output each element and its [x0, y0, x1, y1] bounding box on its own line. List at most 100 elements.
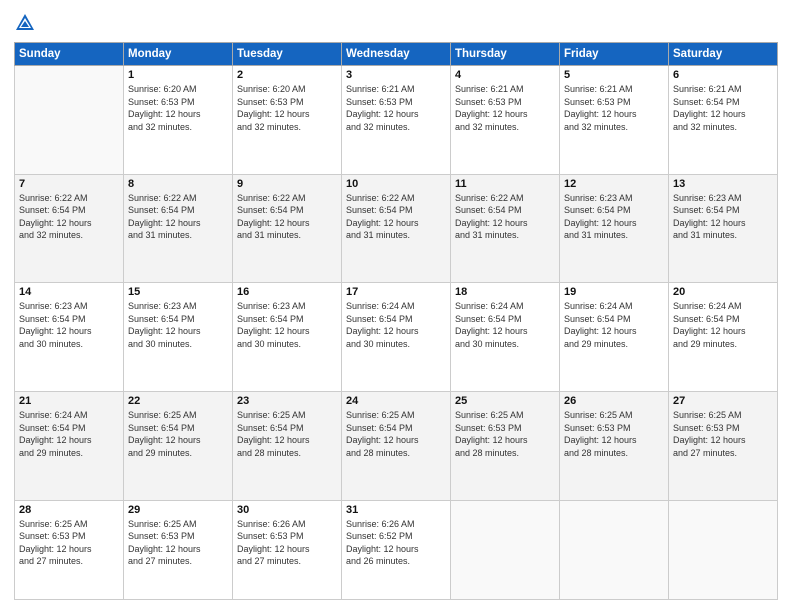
day-number: 13	[673, 178, 773, 190]
day-info: Sunrise: 6:21 AMSunset: 6:53 PMDaylight:…	[346, 83, 446, 133]
calendar-week-row: 28 Sunrise: 6:25 AMSunset: 6:53 PMDayligh…	[15, 500, 778, 599]
calendar-cell: 28 Sunrise: 6:25 AMSunset: 6:53 PMDayligh…	[15, 500, 124, 599]
day-info: Sunrise: 6:23 AMSunset: 6:54 PMDaylight:…	[19, 300, 119, 350]
day-info: Sunrise: 6:26 AMSunset: 6:53 PMDaylight:…	[237, 518, 337, 568]
calendar-cell: 4 Sunrise: 6:21 AMSunset: 6:53 PMDaylight…	[451, 66, 560, 175]
calendar-cell: 3 Sunrise: 6:21 AMSunset: 6:53 PMDaylight…	[342, 66, 451, 175]
day-number: 20	[673, 286, 773, 298]
calendar-cell: 9 Sunrise: 6:22 AMSunset: 6:54 PMDaylight…	[233, 174, 342, 283]
day-number: 31	[346, 504, 446, 516]
day-info: Sunrise: 6:25 AMSunset: 6:53 PMDaylight:…	[455, 409, 555, 459]
day-info: Sunrise: 6:25 AMSunset: 6:54 PMDaylight:…	[128, 409, 228, 459]
calendar-cell: 31 Sunrise: 6:26 AMSunset: 6:52 PMDayligh…	[342, 500, 451, 599]
day-info: Sunrise: 6:21 AMSunset: 6:54 PMDaylight:…	[673, 83, 773, 133]
day-number: 7	[19, 178, 119, 190]
day-info: Sunrise: 6:25 AMSunset: 6:53 PMDaylight:…	[128, 518, 228, 568]
day-number: 17	[346, 286, 446, 298]
day-info: Sunrise: 6:23 AMSunset: 6:54 PMDaylight:…	[564, 192, 664, 242]
calendar-cell: 25 Sunrise: 6:25 AMSunset: 6:53 PMDayligh…	[451, 391, 560, 500]
day-info: Sunrise: 6:26 AMSunset: 6:52 PMDaylight:…	[346, 518, 446, 568]
day-number: 1	[128, 69, 228, 81]
calendar-cell: 27 Sunrise: 6:25 AMSunset: 6:53 PMDayligh…	[669, 391, 778, 500]
day-info: Sunrise: 6:24 AMSunset: 6:54 PMDaylight:…	[346, 300, 446, 350]
calendar-cell: 11 Sunrise: 6:22 AMSunset: 6:54 PMDayligh…	[451, 174, 560, 283]
day-number: 4	[455, 69, 555, 81]
day-info: Sunrise: 6:21 AMSunset: 6:53 PMDaylight:…	[455, 83, 555, 133]
day-number: 5	[564, 69, 664, 81]
day-number: 12	[564, 178, 664, 190]
day-info: Sunrise: 6:23 AMSunset: 6:54 PMDaylight:…	[673, 192, 773, 242]
day-number: 24	[346, 395, 446, 407]
day-info: Sunrise: 6:20 AMSunset: 6:53 PMDaylight:…	[128, 83, 228, 133]
calendar-week-row: 7 Sunrise: 6:22 AMSunset: 6:54 PMDaylight…	[15, 174, 778, 283]
logo	[14, 12, 40, 34]
day-number: 16	[237, 286, 337, 298]
weekday-header-saturday: Saturday	[669, 43, 778, 66]
calendar-cell: 29 Sunrise: 6:25 AMSunset: 6:53 PMDayligh…	[124, 500, 233, 599]
day-number: 11	[455, 178, 555, 190]
day-number: 10	[346, 178, 446, 190]
calendar-cell: 7 Sunrise: 6:22 AMSunset: 6:54 PMDaylight…	[15, 174, 124, 283]
calendar-cell	[451, 500, 560, 599]
calendar-cell: 5Sunrise: 6:21 AMSunset: 6:53 PMDaylight…	[560, 66, 669, 175]
calendar-week-row: 14 Sunrise: 6:23 AMSunset: 6:54 PMDayligh…	[15, 283, 778, 392]
day-number: 26	[564, 395, 664, 407]
calendar-cell: 21Sunrise: 6:24 AMSunset: 6:54 PMDayligh…	[15, 391, 124, 500]
day-number: 14	[19, 286, 119, 298]
day-number: 18	[455, 286, 555, 298]
calendar-cell: 2Sunrise: 6:20 AMSunset: 6:53 PMDaylight…	[233, 66, 342, 175]
weekday-header-thursday: Thursday	[451, 43, 560, 66]
day-info: Sunrise: 6:22 AMSunset: 6:54 PMDaylight:…	[455, 192, 555, 242]
calendar-cell	[560, 500, 669, 599]
day-number: 2	[237, 69, 337, 81]
day-info: Sunrise: 6:25 AMSunset: 6:53 PMDaylight:…	[564, 409, 664, 459]
page: SundayMondayTuesdayWednesdayThursdayFrid…	[0, 0, 792, 612]
calendar-week-row: 1 Sunrise: 6:20 AMSunset: 6:53 PMDaylight…	[15, 66, 778, 175]
day-number: 30	[237, 504, 337, 516]
weekday-header-row: SundayMondayTuesdayWednesdayThursdayFrid…	[15, 43, 778, 66]
calendar-cell: 26 Sunrise: 6:25 AMSunset: 6:53 PMDayligh…	[560, 391, 669, 500]
header	[14, 12, 778, 34]
day-number: 8	[128, 178, 228, 190]
weekday-header-sunday: Sunday	[15, 43, 124, 66]
day-number: 9	[237, 178, 337, 190]
day-info: Sunrise: 6:22 AMSunset: 6:54 PMDaylight:…	[346, 192, 446, 242]
day-info: Sunrise: 6:25 AMSunset: 6:53 PMDaylight:…	[673, 409, 773, 459]
calendar-table: SundayMondayTuesdayWednesdayThursdayFrid…	[14, 42, 778, 600]
day-number: 6	[673, 69, 773, 81]
calendar-cell: 8 Sunrise: 6:22 AMSunset: 6:54 PMDaylight…	[124, 174, 233, 283]
day-info: Sunrise: 6:25 AMSunset: 6:54 PMDaylight:…	[237, 409, 337, 459]
day-info: Sunrise: 6:24 AMSunset: 6:54 PMDaylight:…	[455, 300, 555, 350]
calendar-cell: 20 Sunrise: 6:24 AMSunset: 6:54 PMDayligh…	[669, 283, 778, 392]
day-info: Sunrise: 6:24 AMSunset: 6:54 PMDaylight:…	[19, 409, 119, 459]
day-number: 28	[19, 504, 119, 516]
day-number: 25	[455, 395, 555, 407]
calendar-cell: 18 Sunrise: 6:24 AMSunset: 6:54 PMDayligh…	[451, 283, 560, 392]
calendar-cell: 30 Sunrise: 6:26 AMSunset: 6:53 PMDayligh…	[233, 500, 342, 599]
day-info: Sunrise: 6:25 AMSunset: 6:53 PMDaylight:…	[19, 518, 119, 568]
calendar-cell: 10 Sunrise: 6:22 AMSunset: 6:54 PMDayligh…	[342, 174, 451, 283]
weekday-header-wednesday: Wednesday	[342, 43, 451, 66]
weekday-header-friday: Friday	[560, 43, 669, 66]
calendar-cell	[15, 66, 124, 175]
day-info: Sunrise: 6:22 AMSunset: 6:54 PMDaylight:…	[237, 192, 337, 242]
calendar-week-row: 21Sunrise: 6:24 AMSunset: 6:54 PMDayligh…	[15, 391, 778, 500]
day-number: 27	[673, 395, 773, 407]
day-number: 3	[346, 69, 446, 81]
day-info: Sunrise: 6:23 AMSunset: 6:54 PMDaylight:…	[128, 300, 228, 350]
day-info: Sunrise: 6:24 AMSunset: 6:54 PMDaylight:…	[673, 300, 773, 350]
day-info: Sunrise: 6:22 AMSunset: 6:54 PMDaylight:…	[128, 192, 228, 242]
day-number: 29	[128, 504, 228, 516]
calendar-cell: 24Sunrise: 6:25 AMSunset: 6:54 PMDayligh…	[342, 391, 451, 500]
calendar-cell: 19Sunrise: 6:24 AMSunset: 6:54 PMDayligh…	[560, 283, 669, 392]
day-info: Sunrise: 6:23 AMSunset: 6:54 PMDaylight:…	[237, 300, 337, 350]
calendar-cell: 23Sunrise: 6:25 AMSunset: 6:54 PMDayligh…	[233, 391, 342, 500]
weekday-header-monday: Monday	[124, 43, 233, 66]
calendar-cell: 16 Sunrise: 6:23 AMSunset: 6:54 PMDayligh…	[233, 283, 342, 392]
calendar-cell: 15Sunrise: 6:23 AMSunset: 6:54 PMDayligh…	[124, 283, 233, 392]
weekday-header-tuesday: Tuesday	[233, 43, 342, 66]
calendar-cell: 22Sunrise: 6:25 AMSunset: 6:54 PMDayligh…	[124, 391, 233, 500]
logo-icon	[14, 12, 36, 34]
day-info: Sunrise: 6:22 AMSunset: 6:54 PMDaylight:…	[19, 192, 119, 242]
day-number: 19	[564, 286, 664, 298]
